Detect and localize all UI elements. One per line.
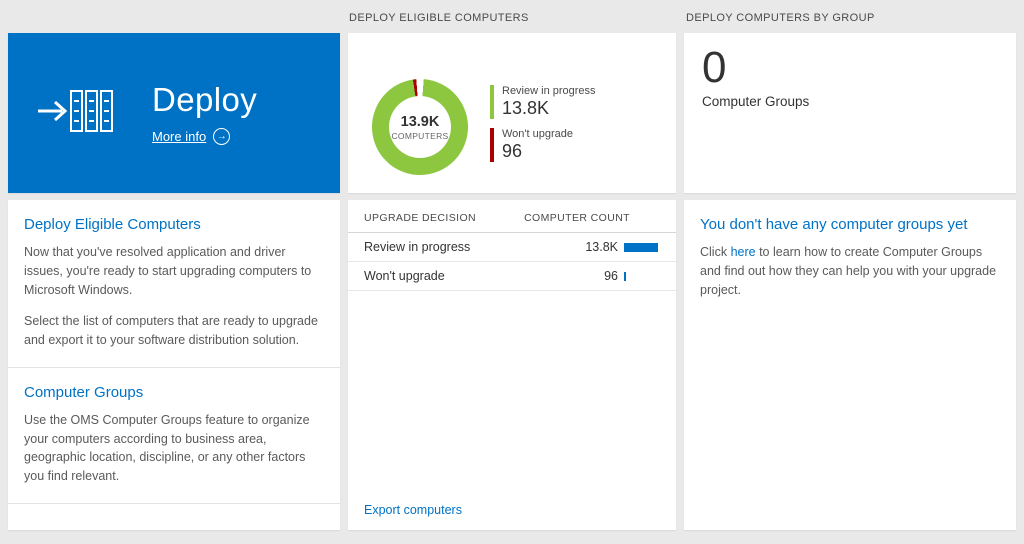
column-header-upgrade-decision: UPGRADE DECISION <box>364 212 476 224</box>
count-bar-cell <box>624 272 660 281</box>
deploy-tile-inner: Deploy More info → <box>8 33 340 193</box>
row-count: 13.8K <box>566 240 618 254</box>
deploy-info-panel: Deploy Eligible Computers Now that you'v… <box>8 200 340 530</box>
table-row[interactable]: Review in progress 13.8K <box>348 233 676 262</box>
row-decision: Won't upgrade <box>364 269 566 283</box>
more-info-link[interactable]: More info → <box>152 128 257 145</box>
section-computer-groups: Computer Groups Use the OMS Computer Gro… <box>8 368 340 504</box>
legend-label: Review in progress <box>502 85 596 97</box>
section-eligible-computers: Deploy Eligible Computers Now that you'v… <box>8 200 340 368</box>
legend-text: Won't upgrade 96 <box>502 128 573 162</box>
donut-center-label: COMPUTERS <box>391 131 448 141</box>
deploy-tile[interactable]: Deploy More info → <box>8 33 340 193</box>
empty-text-before: Click <box>700 245 731 259</box>
no-computer-groups-card: You don't have any computer groups yet C… <box>684 200 1016 530</box>
here-link[interactable]: here <box>731 245 756 259</box>
upgrade-decision-table-card: UPGRADE DECISION COMPUTER COUNT Review i… <box>348 200 676 530</box>
tile-title: Deploy <box>152 81 257 119</box>
legend-item: Won't upgrade 96 <box>490 128 596 162</box>
count-bar <box>624 272 626 281</box>
legend-color-bar <box>490 85 494 119</box>
count-bar-cell <box>624 243 660 252</box>
legend-value: 13.8K <box>502 98 596 119</box>
tile-text: Deploy More info → <box>152 81 257 145</box>
legend-color-bar <box>490 128 494 162</box>
empty-state-text: Click here to learn how to create Comput… <box>700 243 998 299</box>
section-paragraph: Use the OMS Computer Groups feature to o… <box>24 411 322 486</box>
empty-state-heading: You don't have any computer groups yet <box>700 216 998 233</box>
donut-chart[interactable]: 13.9K COMPUTERS <box>372 79 468 175</box>
donut-center-value: 13.9K <box>401 114 440 130</box>
more-info-label: More info <box>152 129 206 144</box>
chart-legend: Review in progress 13.8K Won't upgrade 9… <box>490 85 596 175</box>
row-decision: Review in progress <box>364 240 566 254</box>
section-paragraph: Now that you've resolved application and… <box>24 243 322 299</box>
section-paragraph: Select the list of computers that are re… <box>24 312 322 350</box>
middle-column-header: DEPLOY ELIGIBLE COMPUTERS <box>349 12 529 24</box>
chart-inner: 13.9K COMPUTERS Review in progress 13.8K… <box>348 33 676 175</box>
count-bar <box>624 243 658 252</box>
computer-groups-count-card: 0 Computer Groups <box>684 33 1016 193</box>
eligible-computers-chart-card: 13.9K COMPUTERS Review in progress 13.8K… <box>348 33 676 193</box>
table-row[interactable]: Won't upgrade 96 <box>348 262 676 291</box>
legend-label: Won't upgrade <box>502 128 573 140</box>
row-count: 96 <box>566 269 618 283</box>
computer-groups-count-label: Computer Groups <box>702 94 998 109</box>
legend-item: Review in progress 13.8K <box>490 85 596 119</box>
table-header-row: UPGRADE DECISION COMPUTER COUNT <box>348 200 676 233</box>
column-header-computer-count: COMPUTER COUNT <box>524 212 630 224</box>
legend-text: Review in progress 13.8K <box>502 85 596 119</box>
deploy-icon <box>34 81 114 146</box>
legend-value: 96 <box>502 141 573 162</box>
computer-groups-count: 0 <box>702 43 998 94</box>
export-computers-link[interactable]: Export computers <box>364 503 462 517</box>
right-column-header: DEPLOY COMPUTERS BY GROUP <box>686 12 875 24</box>
deploy-dashboard: { "colors": { "accent_blue": "#0072c6", … <box>0 0 1024 544</box>
section-heading: Computer Groups <box>24 384 322 401</box>
donut-center: 13.9K COMPUTERS <box>389 96 451 158</box>
section-heading: Deploy Eligible Computers <box>24 216 322 233</box>
arrow-circle-icon: → <box>213 128 230 145</box>
